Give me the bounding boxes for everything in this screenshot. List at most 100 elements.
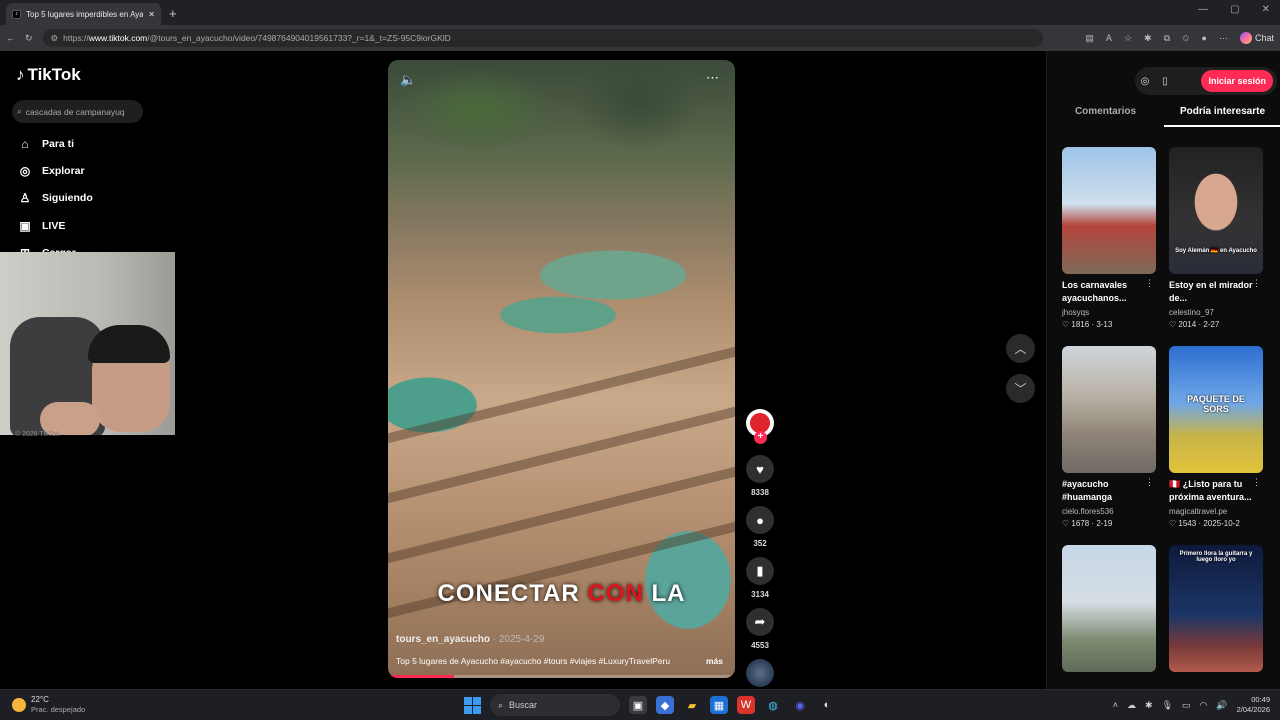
video-author[interactable]: tours_en_ayacucho · 2025-4-29 — [396, 634, 544, 645]
copilot-chat-button[interactable]: Chat — [1239, 32, 1274, 44]
suggested-card[interactable]: Los carnavales ayacuchanos... jhosyqs ♡ … — [1062, 147, 1156, 329]
next-video-button[interactable]: ﹀ — [1006, 374, 1035, 403]
more-icon[interactable]: ⋯ — [1219, 33, 1228, 44]
display-icon[interactable]: ▭ — [1182, 700, 1191, 711]
discord-icon[interactable]: ◉ — [791, 696, 809, 714]
login-button[interactable]: Iniciar sesión — [1201, 70, 1273, 92]
maximize-icon[interactable]: ▢ — [1230, 4, 1239, 15]
card-user[interactable]: magicaltravel.pe — [1169, 507, 1263, 516]
more-link[interactable]: más — [706, 656, 723, 666]
card-menu-icon[interactable]: ⋮ — [1145, 477, 1154, 488]
live-icon: ▣ — [19, 219, 31, 233]
card-menu-icon[interactable]: ⋮ — [1252, 278, 1261, 289]
sidebar-item-para-ti[interactable]: ⌂ Para ti — [18, 137, 74, 151]
window-controls: — ▢ ✕ — [1198, 4, 1270, 15]
video-thumbnail[interactable]: Soy Alemán 🇩🇪 en Ayacucho — [1169, 147, 1263, 274]
back-icon[interactable]: ← — [6, 33, 15, 43]
edge-browser-icon[interactable]: ◍ — [764, 696, 782, 714]
tiktok-page: ♪ TikTok ⌕ cascadas de campanayuq ⌂ Para t… — [0, 51, 1280, 689]
url-field[interactable]: ⚙ https://www.tiktok.com/@tours_en_ayacu… — [42, 29, 1043, 47]
profile-icon[interactable]: ● — [1202, 33, 1207, 43]
tray-chevron-icon[interactable]: ˄ — [1113, 700, 1118, 710]
clock[interactable]: 00:49 2/04/2026 — [1237, 695, 1270, 715]
video-thumbnail[interactable] — [1062, 147, 1156, 274]
microsoft-store-icon[interactable]: ▦ — [710, 696, 728, 714]
video-progress-bar[interactable] — [388, 675, 735, 678]
read-mode-icon[interactable]: ▤ — [1085, 33, 1094, 44]
onedrive-icon[interactable]: ☁ — [1127, 700, 1136, 711]
sidebar-item-explorar[interactable]: ◎ Explorar — [18, 164, 85, 178]
file-explorer-icon[interactable]: ▰ — [683, 696, 701, 714]
taskbar-search[interactable]: ⌕ Buscar — [490, 694, 620, 716]
save-button[interactable]: ▮ — [746, 557, 774, 585]
card-menu-icon[interactable]: ⋮ — [1145, 278, 1154, 289]
bluetooth-icon[interactable]: ✱ — [1145, 700, 1153, 711]
microphone-icon[interactable]: 🎙 — [1162, 700, 1173, 711]
video-description: Top 5 lugares de Ayacucho #ayacucho #tou… — [396, 656, 671, 666]
browser-tab-strip: ♪ Top 5 lugares imperdibles en Ayacucho … — [0, 0, 1280, 25]
copilot-app-icon[interactable]: ◆ — [656, 696, 674, 714]
like-button[interactable]: ♥ — [746, 455, 774, 483]
music-disc[interactable] — [746, 659, 774, 687]
reload-icon[interactable]: ↻ — [25, 33, 33, 44]
compass-icon: ◎ — [19, 164, 31, 178]
tab-close-icon[interactable]: ✕ — [148, 10, 155, 19]
comment-icon: ● — [756, 512, 764, 528]
video-thumbnail[interactable] — [1062, 545, 1156, 672]
tab-comentarios[interactable]: Comentarios — [1047, 103, 1164, 127]
search-icon: ⌕ — [17, 106, 22, 116]
suggested-card[interactable]: PAQUETE DE SORS 🇵🇪 ¿Listo para tu próxim… — [1169, 346, 1263, 528]
weather-widget[interactable]: 22°C Prac. despejado — [12, 695, 85, 715]
new-tab-button[interactable]: + — [169, 6, 177, 21]
translate-icon[interactable]: A — [1106, 33, 1112, 43]
task-view-icon[interactable]: ▣ — [629, 696, 647, 714]
suggested-card[interactable]: Primero llora la guitarra y luego lloro … — [1169, 545, 1263, 672]
person-plus-icon: ♙ — [19, 191, 31, 205]
card-user[interactable]: jhosyqs — [1062, 308, 1156, 317]
card-menu-icon[interactable]: ⋮ — [1252, 477, 1261, 488]
suggested-card[interactable] — [1062, 545, 1156, 672]
address-bar-row: ← ↻ ⚙ https://www.tiktok.com/@tours_en_a… — [0, 25, 1280, 51]
favorite-star-icon[interactable]: ☆ — [1124, 33, 1132, 44]
video-thumbnail[interactable] — [1062, 346, 1156, 473]
red-app-icon[interactable]: W — [737, 696, 755, 714]
video-thumbnail[interactable]: Primero llora la guitarra y luego lloro … — [1169, 545, 1263, 672]
site-info-icon[interactable]: ⚙ — [51, 33, 59, 44]
follow-plus-icon[interactable]: + — [754, 431, 767, 444]
video-player[interactable]: 🔈 ⋯ CONECTAR CON LA tours_en_ayacucho · … — [388, 60, 735, 678]
obs-icon[interactable]: ◐ — [818, 696, 836, 714]
extensions-icon[interactable]: ✱ — [1144, 33, 1152, 44]
video-more-icon[interactable]: ⋯ — [706, 70, 719, 86]
favorites-icon[interactable]: ✩ — [1182, 33, 1190, 44]
minimize-icon[interactable]: — — [1198, 4, 1208, 15]
heart-outline-icon: ♡ — [1062, 519, 1070, 528]
sidebar-item-siguiendo[interactable]: ♙ Siguiendo — [18, 191, 93, 205]
collections-icon[interactable]: ⧉ — [1164, 33, 1170, 44]
compass-small-icon[interactable]: ◎ — [1139, 76, 1151, 87]
heart-outline-icon: ♡ — [1169, 320, 1177, 329]
mobile-icon[interactable]: ▯ — [1159, 76, 1171, 87]
card-user[interactable]: cielo.flores536 — [1062, 507, 1156, 516]
share-count: 4553 — [751, 641, 769, 650]
home-icon: ⌂ — [21, 137, 29, 151]
previous-video-button[interactable]: ︿ — [1006, 334, 1035, 363]
card-user[interactable]: celestino_97 — [1169, 308, 1263, 317]
comment-button[interactable]: ● — [746, 506, 774, 534]
share-button[interactable]: ➦ — [746, 608, 774, 636]
video-thumbnail[interactable]: PAQUETE DE SORS — [1169, 346, 1263, 473]
search-input[interactable]: ⌕ cascadas de campanayuq — [12, 100, 143, 123]
chevron-down-icon: ﹀ — [1014, 382, 1027, 396]
browser-tab[interactable]: ♪ Top 5 lugares imperdibles en Ayacucho … — [6, 3, 161, 25]
volume-tray-icon[interactable]: 🔊 — [1216, 700, 1227, 711]
windows-start-icon[interactable] — [464, 696, 481, 714]
tiktok-logo[interactable]: ♪ TikTok — [16, 65, 81, 85]
tab-podria-interesarte[interactable]: Podría interesarte — [1164, 103, 1280, 127]
wifi-icon[interactable]: ◠ — [1200, 700, 1208, 711]
suggested-card[interactable]: #ayacucho #huamanga cielo.flores536 ♡ 16… — [1062, 346, 1156, 528]
close-window-icon[interactable]: ✕ — [1262, 4, 1270, 15]
author-avatar[interactable]: + — [746, 409, 774, 444]
volume-icon[interactable]: 🔈 — [400, 72, 416, 88]
sidebar-item-live[interactable]: ▣ LIVE — [18, 219, 65, 233]
suggested-card[interactable]: Soy Alemán 🇩🇪 en Ayacucho Estoy en el mi… — [1169, 147, 1263, 329]
card-stats: ♡ 1543 · 2025-10-2 — [1169, 519, 1240, 528]
